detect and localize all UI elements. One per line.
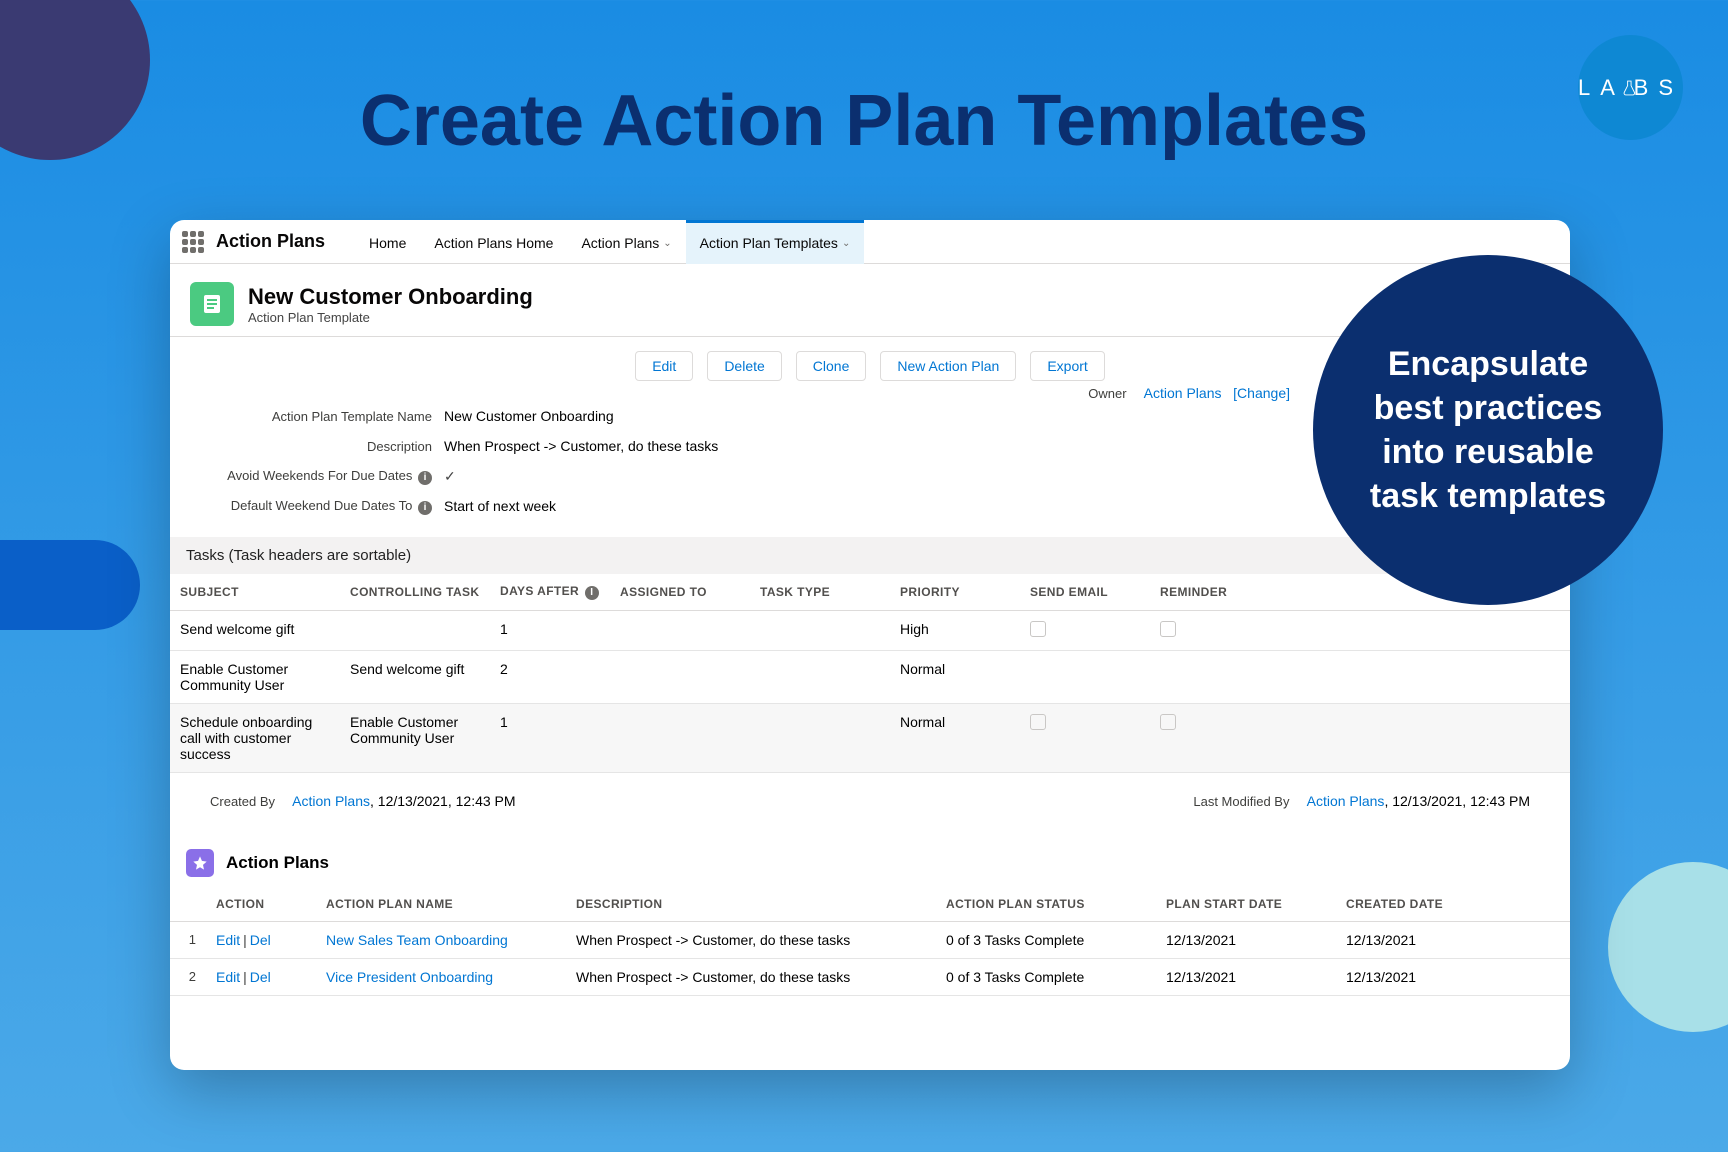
record-meta: Created By Action Plans, 12/13/2021, 12:…	[170, 773, 1570, 829]
field-label-avoid-weekends: Avoid Weekends For Due Dates i	[194, 468, 444, 485]
plan-name-link[interactable]: Vice President Onboarding	[326, 969, 493, 985]
decorative-circle-right	[1608, 862, 1728, 1032]
app-name: Action Plans	[216, 231, 325, 252]
info-icon[interactable]: i	[418, 501, 432, 515]
new-action-plan-button[interactable]: New Action Plan	[880, 351, 1016, 381]
col-assigned[interactable]: Assigned To	[610, 574, 750, 611]
decorative-pill	[0, 540, 140, 630]
nav-home[interactable]: Home	[355, 220, 420, 264]
template-icon	[190, 282, 234, 326]
task-row: Send welcome gift 1 High	[170, 611, 1570, 651]
owner-field: Owner Action Plans [Change]	[1088, 385, 1290, 401]
record-title: New Customer Onboarding	[248, 284, 533, 310]
global-nav: Action Plans Home Action Plans Home Acti…	[170, 220, 1570, 264]
col-task-type[interactable]: Task Type	[750, 574, 890, 611]
col-priority[interactable]: Priority	[890, 574, 1020, 611]
col-send-email[interactable]: Send Email	[1020, 574, 1150, 611]
created-by-label: Created By	[210, 794, 275, 809]
field-label-description: Description	[194, 439, 444, 454]
edit-link[interactable]: Edit	[216, 969, 240, 985]
related-list-title: Action Plans	[226, 853, 329, 873]
modified-by-label: Last Modified By	[1193, 794, 1289, 809]
owner-link[interactable]: Action Plans	[1144, 385, 1222, 401]
info-icon[interactable]: i	[418, 471, 432, 485]
action-plan-row: 2 Edit|Del Vice President Onboarding Whe…	[170, 959, 1570, 996]
related-action-plans-table: Action Action Plan Name Description Acti…	[170, 887, 1570, 996]
nav-action-plan-templates[interactable]: Action Plan Templates⌄	[686, 220, 865, 264]
field-label-default-weekend: Default Weekend Due Dates To i	[194, 498, 444, 515]
export-button[interactable]: Export	[1030, 351, 1104, 381]
nav-action-plans[interactable]: Action Plans⌄	[567, 220, 685, 264]
plan-name-link[interactable]: New Sales Team Onboarding	[326, 932, 508, 948]
reminder-checkbox[interactable]	[1160, 714, 1176, 730]
created-by-user[interactable]: Action Plans	[292, 793, 370, 809]
col-subject[interactable]: Subject	[170, 574, 340, 611]
field-value-description: When Prospect -> Customer, do these task…	[444, 438, 718, 454]
modified-by-user[interactable]: Action Plans	[1307, 793, 1385, 809]
task-row: Schedule onboarding call with customer s…	[170, 704, 1570, 773]
chevron-down-icon: ⌄	[663, 238, 671, 249]
star-icon	[186, 849, 214, 877]
task-row: Enable Customer Community User Send welc…	[170, 651, 1570, 704]
col-plan-start[interactable]: Plan Start Date	[1156, 887, 1336, 922]
delete-button[interactable]: Delete	[707, 351, 781, 381]
callout-bubble: Encapsulate best practices into reusable…	[1313, 255, 1663, 605]
related-list-header: Action Plans	[170, 829, 1570, 887]
clone-button[interactable]: Clone	[796, 351, 867, 381]
field-label-name: Action Plan Template Name	[194, 409, 444, 424]
delete-link[interactable]: Del	[250, 969, 271, 985]
info-icon[interactable]: i	[585, 586, 599, 600]
hero-title: Create Action Plan Templates	[0, 80, 1728, 162]
edit-button[interactable]: Edit	[635, 351, 693, 381]
field-value-avoid-weekends	[444, 468, 456, 485]
nav-action-plans-home[interactable]: Action Plans Home	[420, 220, 567, 264]
field-value-default-weekend: Start of next week	[444, 498, 556, 514]
owner-change-link[interactable]: [Change]	[1233, 385, 1290, 401]
edit-link[interactable]: Edit	[216, 932, 240, 948]
tasks-table: Subject Controlling Task Days After i As…	[170, 574, 1570, 773]
col-plan-created[interactable]: Created Date	[1336, 887, 1570, 922]
col-days-after[interactable]: Days After i	[490, 574, 610, 611]
send-email-checkbox[interactable]	[1030, 714, 1046, 730]
send-email-checkbox[interactable]	[1030, 621, 1046, 637]
owner-label: Owner	[1088, 386, 1126, 401]
record-subtitle: Action Plan Template	[248, 310, 533, 325]
action-plan-row: 1 Edit|Del New Sales Team Onboarding Whe…	[170, 922, 1570, 959]
col-plan-desc[interactable]: Description	[566, 887, 936, 922]
chevron-down-icon: ⌄	[842, 238, 850, 249]
delete-link[interactable]: Del	[250, 932, 271, 948]
reminder-checkbox[interactable]	[1160, 621, 1176, 637]
col-plan-name[interactable]: Action Plan Name	[316, 887, 566, 922]
col-reminder[interactable]: Reminder	[1150, 574, 1280, 611]
field-value-name: New Customer Onboarding	[444, 408, 614, 424]
col-action[interactable]: Action	[206, 887, 316, 922]
col-controlling[interactable]: Controlling Task	[340, 574, 490, 611]
col-plan-status[interactable]: Action Plan Status	[936, 887, 1156, 922]
app-launcher-icon[interactable]	[182, 231, 204, 253]
